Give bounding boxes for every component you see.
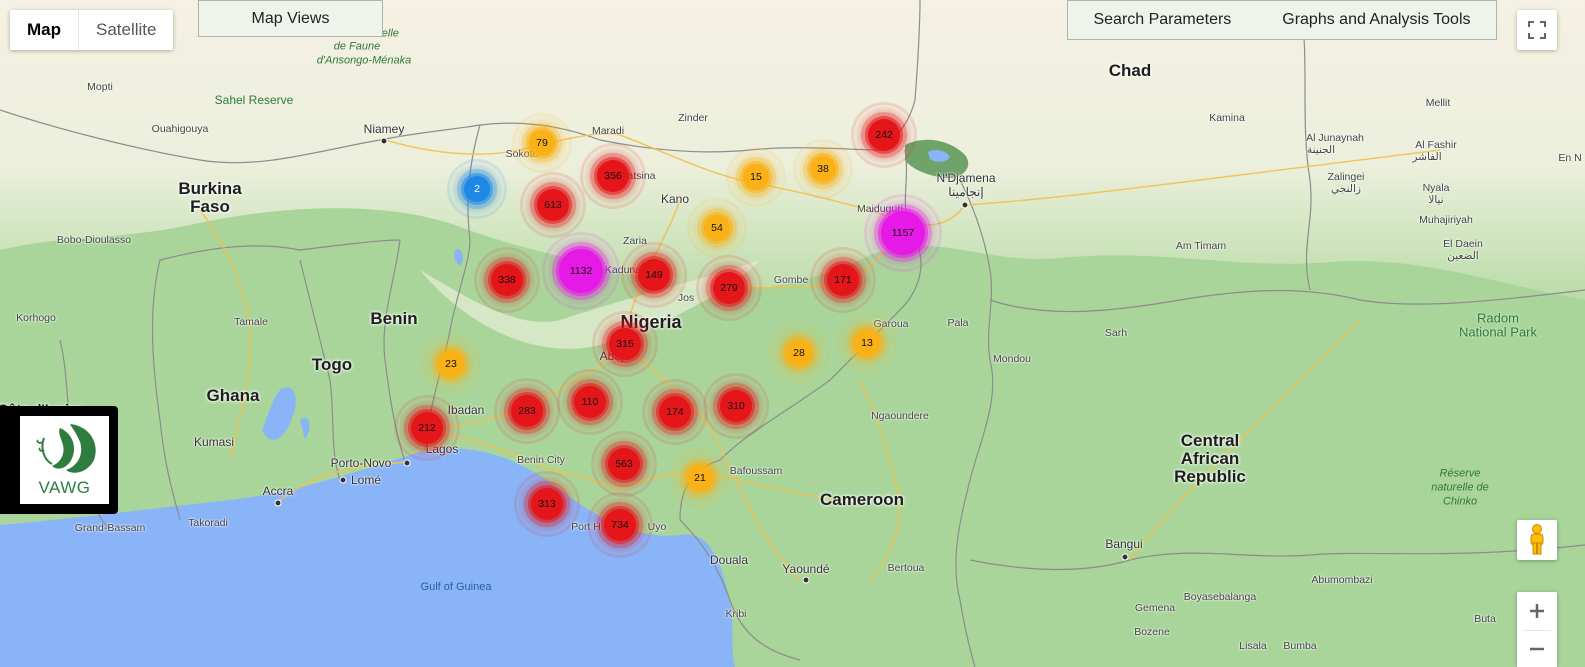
cluster-marker[interactable]: 313 — [531, 488, 563, 520]
cluster-marker[interactable]: 174 — [659, 396, 691, 428]
cluster-marker[interactable]: 79 — [529, 130, 555, 156]
cluster-marker[interactable]: 242 — [868, 119, 900, 151]
cluster-marker[interactable]: 563 — [608, 448, 640, 480]
cluster-marker[interactable]: 310 — [720, 390, 752, 422]
street-view-pegman-button[interactable] — [1517, 520, 1557, 560]
cluster-marker[interactable]: 23 — [438, 351, 464, 377]
cluster-marker[interactable]: 356 — [597, 160, 629, 192]
city-dot — [802, 576, 810, 584]
cluster-marker[interactable]: 283 — [511, 395, 543, 427]
map-type-satellite-button[interactable]: Satellite — [79, 10, 173, 50]
map-type-map-button[interactable]: Map — [10, 10, 78, 50]
cluster-marker[interactable]: 613 — [537, 189, 569, 221]
cluster-marker[interactable]: 734 — [604, 509, 636, 541]
cluster-marker[interactable]: 15 — [743, 164, 769, 190]
cluster-marker[interactable]: 171 — [827, 264, 859, 296]
cluster-marker[interactable]: 279 — [713, 272, 745, 304]
city-dot — [403, 459, 411, 467]
cluster-marker[interactable]: 1157 — [881, 211, 925, 255]
cluster-marker[interactable]: 54 — [704, 215, 730, 241]
city-dot — [1121, 553, 1129, 561]
cluster-marker[interactable]: 149 — [638, 259, 670, 291]
map-views-label: Map Views — [251, 9, 330, 27]
zoom-out-button[interactable] — [1517, 631, 1557, 667]
cluster-marker[interactable]: 1132 — [559, 249, 603, 293]
map-canvas[interactable]: Chad Burkina Faso Benin Togo Ghana Niger… — [0, 0, 1585, 667]
zoom-out-icon — [1530, 647, 1544, 651]
cluster-marker[interactable]: 38 — [810, 156, 836, 182]
graphs-analysis-tools-button[interactable]: Graphs and Analysis Tools — [1282, 11, 1470, 29]
city-dot — [339, 476, 347, 484]
vawg-logo-icon — [36, 424, 96, 473]
cluster-marker[interactable]: 338 — [491, 264, 523, 296]
city-dot — [380, 137, 388, 145]
cluster-marker[interactable]: 315 — [609, 328, 641, 360]
fullscreen-icon — [1528, 21, 1546, 39]
fullscreen-button[interactable] — [1517, 10, 1557, 50]
cluster-marker[interactable]: 212 — [411, 412, 443, 444]
cluster-marker[interactable]: 110 — [574, 386, 606, 418]
map-views-button[interactable]: Map Views — [198, 0, 383, 37]
cluster-marker[interactable]: 2 — [464, 176, 490, 202]
search-parameters-button[interactable]: Search Parameters — [1093, 11, 1231, 29]
map-type-control: Map Satellite — [10, 10, 174, 50]
cluster-marker[interactable]: 13 — [854, 330, 880, 356]
cluster-marker[interactable]: 21 — [687, 465, 713, 491]
pegman-icon — [1530, 524, 1544, 555]
city-dot — [274, 499, 282, 507]
vawg-logo-text: VAWG — [38, 478, 91, 497]
vawg-logo-box: VAWG — [20, 416, 109, 504]
vawg-logo-panel: VAWG — [0, 406, 118, 514]
zoom-in-icon — [1530, 604, 1544, 618]
cluster-marker[interactable]: 28 — [786, 340, 812, 366]
zoom-in-button[interactable] — [1517, 592, 1557, 630]
zoom-control — [1517, 592, 1557, 667]
analysis-toolbar: Search Parameters Graphs and Analysis To… — [1067, 0, 1497, 40]
city-dot — [961, 201, 969, 209]
